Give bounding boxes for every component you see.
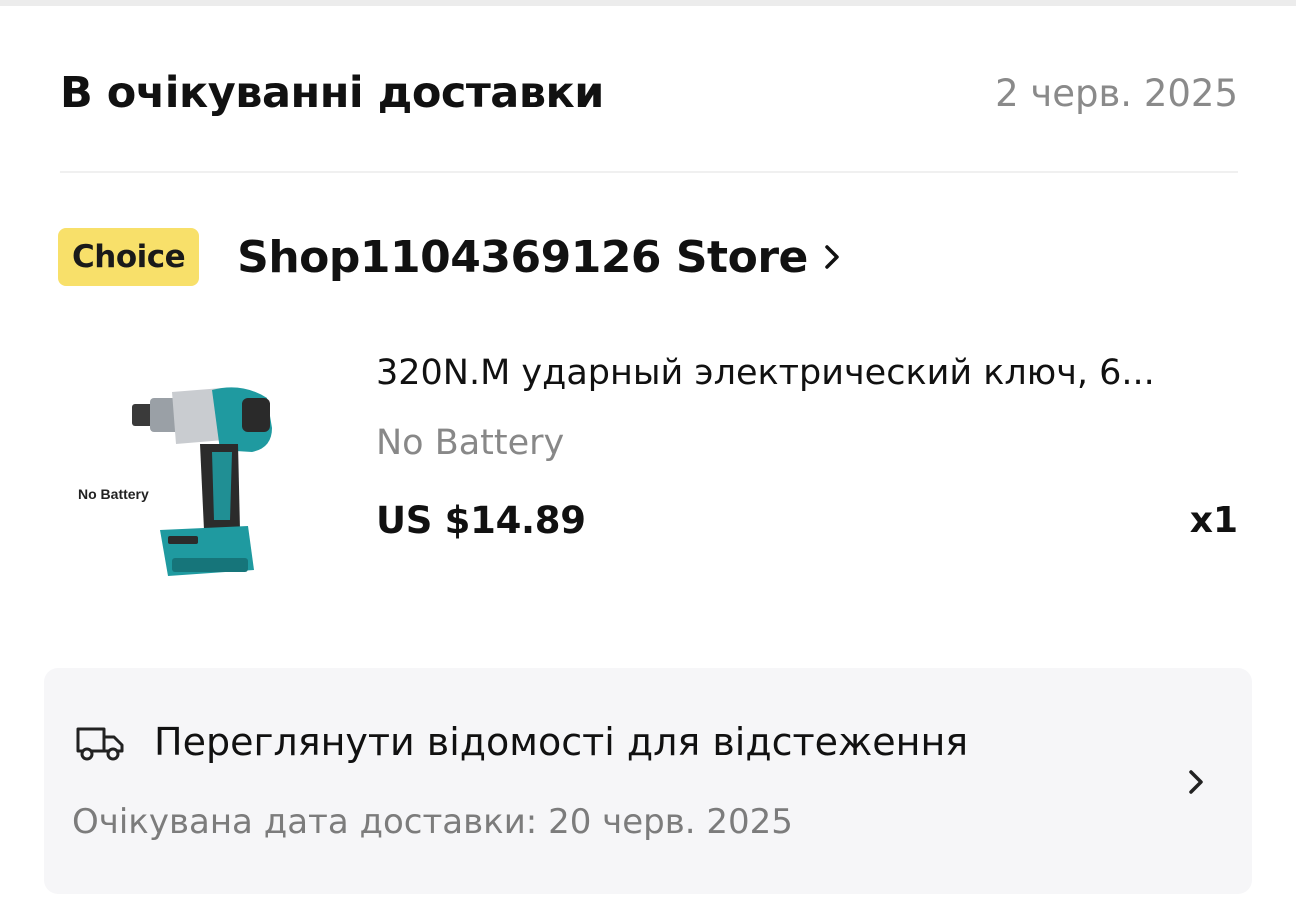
impact-wrench-image xyxy=(132,387,272,576)
top-edge xyxy=(0,0,1296,6)
order-status-title: В очікуванні доставки xyxy=(60,68,604,118)
tracking-label: Переглянути відомості для відстеження xyxy=(154,720,969,764)
product-title[interactable]: 320N.M ударный электрический ключ, 6... xyxy=(376,345,1226,401)
chevron-right-icon xyxy=(825,245,839,269)
price-row: US $14.89 x1 xyxy=(376,499,1238,542)
chevron-right-icon xyxy=(1189,770,1203,794)
order-date: 2 черв. 2025 xyxy=(995,71,1238,115)
estimated-delivery: Очікувана дата доставки: 20 черв. 2025 xyxy=(72,802,793,842)
product-info: 320N.M ударный электрический ключ, 6... … xyxy=(376,345,1238,542)
store-row: Choice Shop1104369126 Store xyxy=(58,226,844,288)
divider xyxy=(60,171,1238,173)
product-image[interactable]: No Battery xyxy=(72,340,302,600)
order-header: В очікуванні доставки 2 черв. 2025 xyxy=(60,58,1238,128)
choice-badge: Choice xyxy=(58,228,200,286)
store-name: Shop1104369126 Store xyxy=(237,231,808,283)
product-variant: No Battery xyxy=(376,423,565,463)
tracking-card[interactable]: Переглянути відомості для відстеження Оч… xyxy=(44,668,1252,894)
truck-icon xyxy=(76,727,124,761)
product-price: US $14.89 xyxy=(376,499,586,542)
image-caption: No Battery xyxy=(78,486,149,502)
store-link[interactable]: Shop1104369126 Store xyxy=(237,232,844,283)
tracking-row: Переглянути відомості для відстеження xyxy=(74,720,968,764)
product-quantity: x1 xyxy=(1189,500,1238,541)
